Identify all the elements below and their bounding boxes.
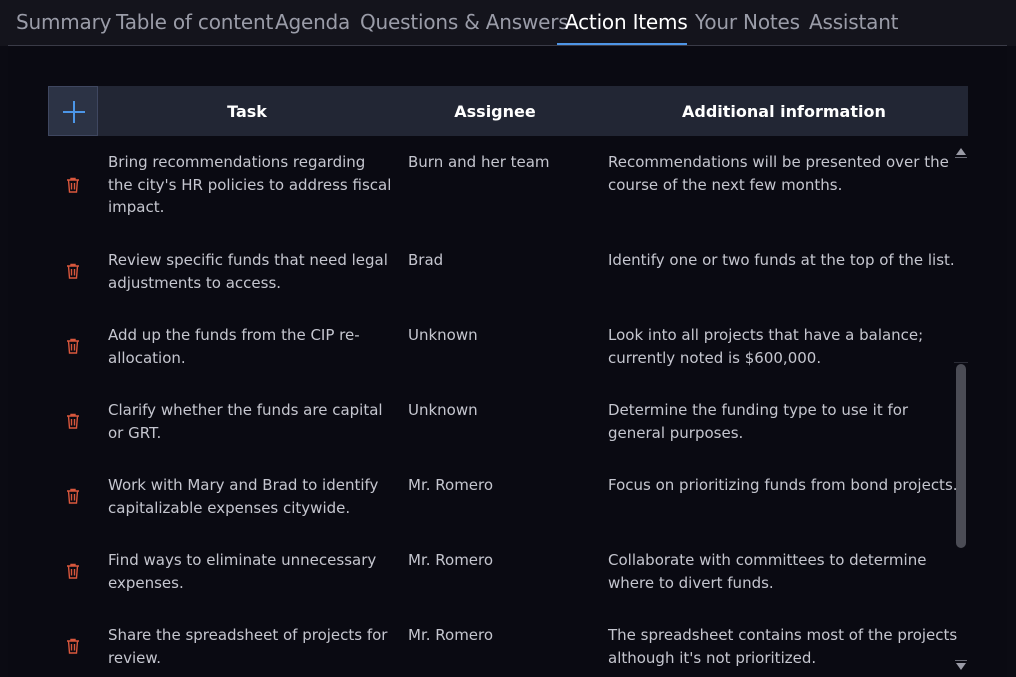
trash-icon[interactable] (66, 338, 80, 354)
trash-icon[interactable] (66, 638, 80, 654)
task-cell: Clarify whether the funds are capital or… (108, 401, 383, 442)
tab-agenda[interactable]: Agenda (275, 10, 350, 34)
assignee-cell: Mr. Romero (408, 626, 494, 644)
trash-icon[interactable] (66, 413, 80, 429)
task-cell: Review specific funds that need legal ad… (108, 251, 388, 292)
info-cell: Look into all projects that have a balan… (608, 326, 924, 367)
assignee-cell: Brad (408, 251, 444, 269)
tab-table-of-content[interactable]: Table of content (116, 10, 273, 34)
task-cell: Share the spreadsheet of projects for re… (108, 626, 388, 667)
assignee-cell: Mr. Romero (408, 476, 494, 494)
task-cell: Bring recommendations regarding the city… (108, 153, 392, 216)
info-cell: Identify one or two funds at the top of … (608, 251, 955, 269)
triangle-up-icon[interactable] (954, 145, 968, 159)
scrollbar-track-mark (954, 362, 968, 363)
info-cell: Determine the funding type to use it for… (608, 401, 909, 442)
info-cell: Collaborate with committees to determine… (608, 551, 927, 592)
trash-icon[interactable] (66, 263, 80, 279)
task-cell: Add up the funds from the CIP re-allocat… (108, 326, 360, 367)
task-cell: Work with Mary and Brad to identify capi… (108, 476, 379, 517)
trash-icon[interactable] (66, 177, 80, 193)
tab-action-items[interactable]: Action Items (565, 10, 688, 34)
header-additional-information: Additional information (682, 102, 886, 121)
info-cell: The spreadsheet contains most of the pro… (608, 626, 958, 667)
trash-icon[interactable] (66, 563, 80, 579)
tab-assistant[interactable]: Assistant (809, 10, 899, 34)
assignee-cell: Mr. Romero (408, 551, 494, 569)
tab-questions-answers[interactable]: Questions & Answers (360, 10, 569, 34)
header-task: Task (227, 102, 267, 121)
active-tab-indicator (557, 43, 687, 45)
assignee-cell: Unknown (408, 326, 478, 344)
tab-bar: Summary Table of content Agenda Question… (0, 0, 1016, 46)
info-cell: Focus on prioritizing funds from bond pr… (608, 476, 958, 494)
tab-summary[interactable]: Summary (16, 10, 111, 34)
info-cell: Recommendations will be presented over t… (608, 153, 949, 194)
tab-your-notes[interactable]: Your Notes (695, 10, 800, 34)
triangle-down-icon[interactable] (954, 659, 968, 673)
trash-icon[interactable] (66, 488, 80, 504)
scrollbar-thumb[interactable] (956, 364, 966, 548)
assignee-cell: Unknown (408, 401, 478, 419)
add-action-item-button[interactable] (48, 86, 98, 136)
task-cell: Find ways to eliminate unnecessary expen… (108, 551, 377, 592)
assignee-cell: Burn and her team (408, 153, 550, 171)
header-assignee: Assignee (454, 102, 536, 121)
